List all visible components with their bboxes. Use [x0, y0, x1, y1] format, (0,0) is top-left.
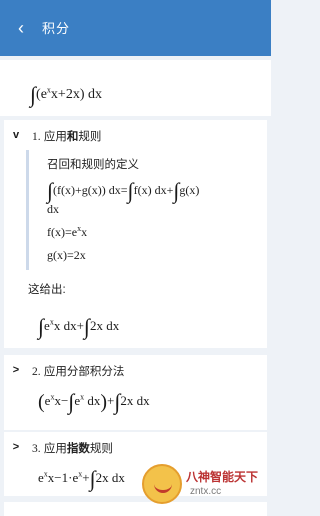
sum-rule-equation: ∫(f(x)+g(x)) dx=∫f(x) dx+∫g(x)	[47, 178, 200, 203]
step-section-1: v 1. 应用和规则 召回和规则的定义 ∫(f(x)+g(x)) dx=∫f(x…	[4, 120, 267, 348]
integral-sign-icon: ∫	[30, 82, 37, 107]
step-title-2: 2. 应用分部积分法	[32, 366, 125, 378]
watermark-text: 八神智能天下	[186, 470, 259, 484]
page-title: 积分	[42, 21, 71, 36]
chevron-right-icon[interactable]: >	[8, 439, 24, 455]
step-section-2: > 2. 应用分部积分法 (exx−∫ex dx)+∫2x dx	[4, 355, 267, 430]
step-header-1[interactable]: v 1. 应用和规则	[4, 122, 267, 148]
dx-label: dx	[47, 202, 59, 216]
watermark-url: zntx.cc	[190, 486, 222, 497]
gives-label: 这给出:	[28, 284, 66, 296]
step-detail-box: 召回和规则的定义 ∫(f(x)+g(x)) dx=∫f(x) dx+∫g(x) …	[26, 150, 262, 270]
integral-expression: ∫(exx+2x) dx	[30, 82, 102, 107]
step-label: 召回和规则的定义	[47, 159, 139, 171]
step-header-3[interactable]: > 3. 应用指数规则	[4, 434, 267, 460]
app-bar: ‹ 积分	[0, 0, 271, 56]
g-definition: g(x)=2x	[47, 248, 86, 262]
watermark: 八神智能天下 zntx.cc	[140, 462, 268, 506]
chevron-right-icon[interactable]: >	[8, 362, 24, 378]
problem-expression: ∫(exx+2x) dx	[0, 60, 271, 116]
back-arrow-icon[interactable]: ‹	[12, 19, 30, 37]
step-result-3: exx−1·ex+∫2x dx	[38, 466, 125, 491]
step-result-2: (exx−∫ex dx)+∫2x dx	[38, 389, 150, 414]
watermark-logo-icon	[142, 464, 182, 504]
step-title-1: 1. 应用和规则	[32, 131, 102, 143]
step-title-3: 3. 应用指数规则	[32, 443, 113, 455]
step-result-1: ∫exx dx+∫2x dx	[38, 314, 120, 339]
f-definition: f(x)=exx	[47, 224, 88, 239]
chevron-down-icon[interactable]: v	[8, 127, 24, 143]
step-header-2[interactable]: > 2. 应用分部积分法	[4, 357, 267, 383]
